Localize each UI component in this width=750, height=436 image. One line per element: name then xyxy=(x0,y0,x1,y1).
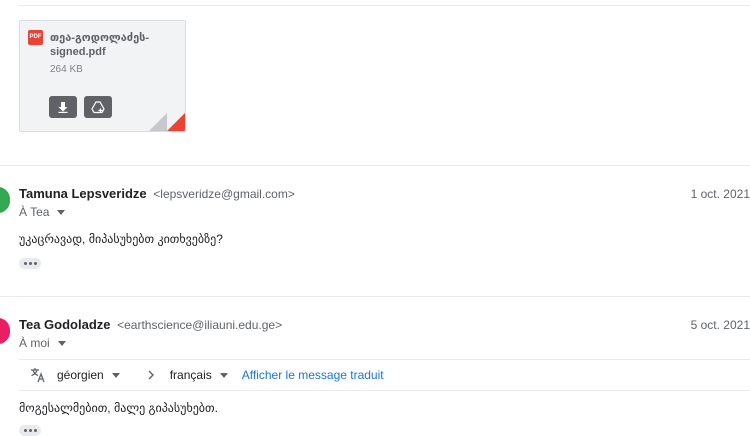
chevron-down-icon xyxy=(57,209,66,215)
dot-icon xyxy=(33,262,37,265)
page-fold-corner xyxy=(167,113,185,131)
chevron-down-icon xyxy=(111,372,120,378)
recipient-label: À Tea xyxy=(19,205,50,219)
translate-icon xyxy=(31,368,45,383)
download-icon xyxy=(58,102,68,113)
sender-name[interactable]: Tamuna Lepsveridze xyxy=(19,186,147,201)
source-language: géorgien xyxy=(57,368,104,382)
recipient-toggle[interactable]: À moi xyxy=(19,336,66,350)
attachment-filename: თეა-გოდოლაძეს-signed.pdf xyxy=(50,32,150,58)
target-language-select[interactable]: français xyxy=(170,368,228,382)
message-date[interactable]: 5 oct. 2021 xyxy=(691,318,750,332)
translate-bar: géorgien français Afficher le message tr… xyxy=(19,359,750,391)
attachment-card[interactable]: PDF თეა-გოდოლაძეს-signed.pdf 264 KB xyxy=(19,20,186,132)
message-date[interactable]: 1 oct. 2021 xyxy=(691,187,750,201)
chevron-down-icon xyxy=(57,340,66,346)
chevron-down-icon xyxy=(219,372,228,378)
top-divider xyxy=(19,5,750,6)
pdf-icon: PDF xyxy=(28,30,43,45)
download-button[interactable] xyxy=(49,96,77,118)
attachment-size: 264 KB xyxy=(50,64,83,75)
avatar[interactable] xyxy=(0,187,10,213)
chevron-right-icon xyxy=(148,370,154,380)
sender: Tea Godoladze <earthscience@iliauni.edu.… xyxy=(19,317,282,332)
dot-icon xyxy=(23,262,27,265)
source-language-select[interactable]: géorgien xyxy=(57,368,120,382)
page-fold xyxy=(149,113,167,131)
add-to-drive-button[interactable] xyxy=(84,96,112,118)
message-body: მოგესალმებით, მალე გიპასუხებთ. xyxy=(19,401,218,415)
add-to-drive-icon xyxy=(91,101,105,114)
target-language: français xyxy=(169,368,212,382)
avatar[interactable] xyxy=(0,318,10,344)
dot-icon xyxy=(28,262,32,265)
message-divider xyxy=(0,296,750,297)
sender: Tamuna Lepsveridze <lepsveridze@gmail.co… xyxy=(19,186,295,201)
sender-email: <earthscience@iliauni.edu.ge> xyxy=(117,318,283,332)
show-translated-message-link[interactable]: Afficher le message traduit xyxy=(242,368,384,382)
message-divider xyxy=(0,165,750,166)
sender-email: <lepsveridze@gmail.com> xyxy=(153,187,295,201)
dot-icon xyxy=(33,429,37,432)
sender-name[interactable]: Tea Godoladze xyxy=(19,317,111,332)
dot-icon xyxy=(28,429,32,432)
show-trimmed-content-button[interactable] xyxy=(19,258,41,269)
dot-icon xyxy=(23,429,27,432)
recipient-toggle[interactable]: À Tea xyxy=(19,205,66,219)
recipient-label: À moi xyxy=(19,336,50,350)
show-trimmed-content-button[interactable] xyxy=(19,425,41,436)
message-body: უკაცრავად, მიპასუხებთ კითხვებზე? xyxy=(19,232,223,246)
